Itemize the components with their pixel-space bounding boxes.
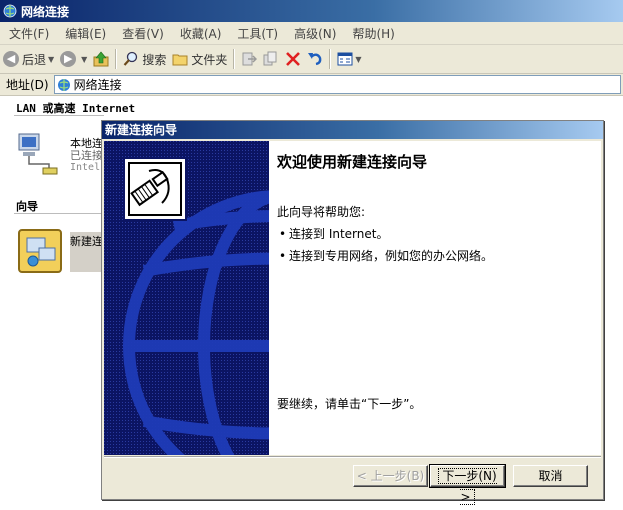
address-input[interactable]: 网络连接 (53, 75, 621, 94)
search-icon (124, 51, 138, 66)
folder-up-icon (93, 51, 109, 67)
copy-to-button[interactable] (260, 47, 282, 71)
search-label: 搜索 (142, 52, 167, 67)
address-label: 地址(D) (6, 78, 49, 92)
back-arrow-icon: ◀ (3, 51, 19, 67)
chevron-down-icon: ▼ (81, 54, 88, 64)
dialog-title: 新建连接向导 (102, 121, 603, 139)
chevron-down-icon: ▼ (355, 54, 362, 64)
views-button[interactable]: ▼ (334, 47, 364, 71)
toolbar-separator (115, 49, 118, 69)
search-button[interactable]: 搜索 (120, 47, 169, 71)
folders-label: 文件夹 (191, 52, 228, 67)
up-button[interactable] (90, 47, 112, 71)
menu-favorites[interactable]: 收藏(A) (171, 25, 229, 42)
new-connection-wizard-dialog: 新建连接向导 欢迎使用新建连接向导 此向导将帮助您: • 连接到 Interne… (101, 120, 604, 505)
undo-icon (308, 53, 322, 66)
wizard-bullet-text: 连接到专用网络，例如您的办公网络。 (289, 249, 494, 263)
wizard-bullet: • 连接到专用网络，例如您的办公网络。 (279, 249, 494, 263)
toolbar-separator (233, 49, 236, 69)
menu-bar: 文件(F) 编辑(E) 查看(V) 收藏(A) 工具(T) 高级(N) 帮助(H… (0, 22, 623, 45)
menu-edit[interactable]: 编辑(E) (56, 25, 113, 42)
wizard-heading: 欢迎使用新建连接向导 (277, 153, 428, 171)
cancel-button[interactable]: 取消 (513, 465, 588, 487)
wizard-welcome-panel: 欢迎使用新建连接向导 此向导将帮助您: • 连接到 Internet。 • 连接到专… (269, 141, 601, 455)
footer-divider (104, 456, 601, 458)
wizard-bullet: • 连接到 Internet。 (279, 227, 389, 241)
back-step-label: < 上一步(B) (356, 469, 425, 483)
back-label: 后退 (22, 52, 47, 67)
new-connection-wizard-icon[interactable] (17, 228, 65, 276)
toolbar: ◀ 后退 ▼ ▶ ▼ 搜索 文件夹 ▼ (0, 45, 623, 74)
back-step-button[interactable]: < 上一步(B) (353, 465, 428, 487)
copy-to-icon (263, 51, 277, 66)
wizard-bullet-text: 连接到 Internet。 (289, 227, 389, 241)
group-divider (14, 115, 104, 116)
menu-view[interactable]: 查看(V) (113, 25, 171, 42)
cancel-label: 取消 (538, 469, 563, 483)
chevron-down-icon: ▼ (48, 54, 55, 64)
folder-icon (172, 54, 188, 66)
views-grid-icon (337, 52, 353, 66)
network-globe-icon (57, 78, 70, 91)
menu-advanced[interactable]: 高级(N) (285, 25, 343, 42)
move-to-icon (242, 52, 258, 66)
wizard-item-name: 新建连 (70, 235, 103, 248)
toolbar-separator (329, 49, 332, 69)
address-bar: 地址(D) 网络连接 (0, 74, 623, 96)
move-to-button[interactable] (238, 47, 260, 71)
lan-item-status: 已连接 (70, 149, 103, 162)
window-title: 网络连接 (21, 4, 70, 19)
lan-group-header: LAN 或高速 Internet (16, 102, 136, 115)
globe-banner-image (104, 141, 269, 455)
wizard-group-header: 向导 (16, 200, 38, 213)
delete-button[interactable] (282, 47, 304, 71)
menu-tools[interactable]: 工具(T) (228, 25, 285, 42)
wizard-intro: 此向导将帮助您: (277, 205, 366, 219)
lan-connection-icon[interactable] (15, 130, 63, 176)
next-step-button[interactable]: 下一步(N) > (429, 464, 506, 505)
back-button[interactable]: ◀ 后退 ▼ (0, 47, 57, 71)
forward-button[interactable]: ▶ ▼ (57, 47, 90, 71)
wizard-continue-text: 要继续，请单击“下一步”。 (277, 397, 422, 411)
address-value: 网络连接 (73, 78, 122, 92)
menu-help[interactable]: 帮助(H) (343, 25, 401, 42)
network-globe-icon (3, 4, 17, 18)
menu-file[interactable]: 文件(F) (0, 25, 56, 42)
undo-button[interactable] (304, 47, 326, 71)
window-titlebar: 网络连接 (0, 0, 623, 22)
lan-item-device: Intel (70, 162, 101, 173)
delete-x-icon (286, 52, 301, 66)
folders-button[interactable]: 文件夹 (169, 47, 230, 71)
next-step-label: 下一步(N) > (438, 468, 497, 505)
group-divider (14, 213, 104, 214)
forward-arrow-icon: ▶ (60, 51, 77, 67)
